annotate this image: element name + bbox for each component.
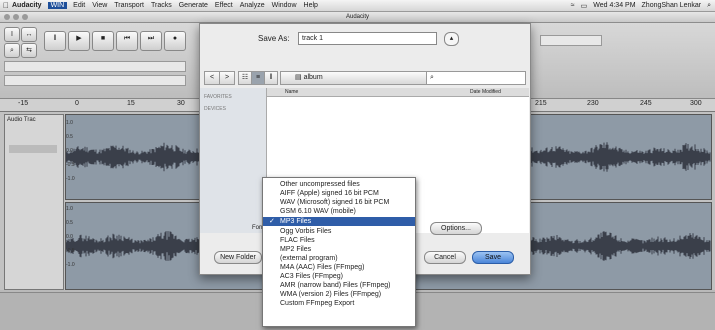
- format-option[interactable]: GSM 6.10 WAV (mobile): [263, 207, 415, 216]
- device-selector[interactable]: [540, 35, 602, 46]
- minimize-window-icon[interactable]: [13, 14, 19, 20]
- format-option[interactable]: Other uncompressed files: [263, 180, 415, 189]
- close-window-icon[interactable]: [4, 14, 10, 20]
- menu-view[interactable]: View: [92, 2, 107, 9]
- sidebar-devices-header: DEVICES: [204, 106, 226, 112]
- ruler-tick: 300: [690, 100, 702, 107]
- forward-button[interactable]: >: [219, 71, 235, 85]
- scale-label: -0.5: [66, 162, 75, 168]
- menu-analyze[interactable]: Analyze: [240, 2, 265, 9]
- format-option[interactable]: FLAC Files: [263, 236, 415, 245]
- new-folder-button[interactable]: New Folder: [214, 251, 262, 264]
- play-button[interactable]: ▶: [68, 31, 90, 51]
- date-modified-column-header[interactable]: Date Modified: [470, 88, 501, 96]
- playback-meter[interactable]: [4, 75, 186, 86]
- icon-view-button[interactable]: ☷: [238, 71, 252, 85]
- pause-button[interactable]: ‖: [44, 31, 66, 51]
- user-name[interactable]: ZhongShan Lenkar: [642, 2, 702, 10]
- scale-label: 0.0: [66, 148, 73, 154]
- menu-window[interactable]: Window: [272, 2, 297, 9]
- location-popup[interactable]: ▤ album: [280, 71, 436, 85]
- ruler-tick: 215: [535, 100, 547, 107]
- menu-help[interactable]: Help: [304, 2, 318, 9]
- selection-tool-icon[interactable]: I: [4, 27, 20, 42]
- gain-slider[interactable]: [9, 145, 57, 153]
- scale-label: 0.5: [66, 134, 73, 140]
- menu-edit[interactable]: Edit: [73, 2, 85, 9]
- name-column-header[interactable]: Name: [285, 88, 298, 96]
- folder-icon: ▤: [295, 74, 302, 81]
- menu-effect[interactable]: Effect: [215, 2, 233, 9]
- ruler-tick: 30: [177, 100, 185, 107]
- options-button[interactable]: Options...: [430, 222, 482, 235]
- format-dropdown[interactable]: Other uncompressed files AIFF (Apple) si…: [262, 177, 416, 327]
- format-option[interactable]: AC3 Files (FFmpeg): [263, 272, 415, 281]
- format-option[interactable]: Custom FFmpeg Export: [263, 299, 415, 308]
- format-option[interactable]: MP2 Files: [263, 245, 415, 254]
- track-name[interactable]: Audio Trac: [5, 115, 63, 125]
- format-option[interactable]: WAV (Microsoft) signed 16 bit PCM: [263, 198, 415, 207]
- sidebar-favorites-header: FAVORITES: [204, 94, 232, 100]
- scale-label: -1.0: [66, 176, 75, 182]
- ruler-tick: 0: [75, 100, 79, 107]
- format-option[interactable]: AMR (narrow band) Files (FFmpeg): [263, 281, 415, 290]
- wifi-icon[interactable]: ≈: [571, 2, 575, 10]
- menu-tracks[interactable]: Tracks: [151, 2, 172, 9]
- stop-button[interactable]: ■: [92, 31, 114, 51]
- scale-label: 0.5: [66, 220, 73, 226]
- format-option[interactable]: Ogg Vorbis Files: [263, 227, 415, 236]
- scale-label: 1.0: [66, 120, 73, 126]
- scale-label: -1.0: [66, 262, 75, 268]
- ruler-tick: 15: [127, 100, 135, 107]
- column-header: Name Date Modified: [267, 88, 529, 97]
- menu-bar:  Audacity WIN Edit View Transport Track…: [0, 0, 715, 12]
- spotlight-search-icon[interactable]: ⌕: [707, 2, 711, 10]
- back-button[interactable]: <: [204, 71, 220, 85]
- format-option[interactable]: AIFF (Apple) signed 16 bit PCM: [263, 189, 415, 198]
- ruler-tick: 230: [587, 100, 599, 107]
- menu-generate[interactable]: Generate: [179, 2, 208, 9]
- format-option[interactable]: M4A (AAC) Files (FFmpeg): [263, 263, 415, 272]
- scale-label: -0.5: [66, 248, 75, 254]
- window-title-bar: Audacity: [0, 12, 715, 23]
- clock-text[interactable]: Wed 4:34 PM: [593, 2, 635, 10]
- battery-icon[interactable]: ▭: [581, 2, 588, 10]
- ruler-tick: -15: [18, 100, 29, 107]
- record-button[interactable]: ●: [164, 31, 186, 51]
- format-option[interactable]: WMA (version 2) Files (FFmpeg): [263, 290, 415, 299]
- window-title: Audacity: [345, 14, 369, 20]
- location-name: album: [303, 74, 323, 81]
- scale-label: 1.0: [66, 206, 73, 212]
- track-control-panel[interactable]: Audio Trac: [4, 114, 64, 290]
- apple-icon[interactable]: : [0, 1, 12, 10]
- envelope-tool-icon[interactable]: ↔: [21, 27, 37, 42]
- cancel-button[interactable]: Cancel: [424, 251, 466, 264]
- list-view-button[interactable]: ≡: [251, 71, 265, 85]
- checkmark-icon: ✓: [269, 218, 275, 225]
- menu-transport[interactable]: Transport: [114, 2, 144, 9]
- column-view-button[interactable]: ‖: [264, 71, 278, 85]
- navigation-row: < > ☷ ≡ ‖ ▤ album ⌕: [204, 71, 526, 85]
- save-as-input[interactable]: track 1: [298, 32, 437, 45]
- window-badge: WIN: [47, 2, 68, 9]
- recording-meter[interactable]: [4, 61, 186, 72]
- dialog-sidebar: FAVORITES DEVICES: [200, 88, 267, 233]
- search-field[interactable]: ⌕: [426, 71, 526, 85]
- skip-start-button[interactable]: ⏮: [116, 31, 138, 51]
- format-option[interactable]: (external program): [263, 254, 415, 263]
- skip-end-button[interactable]: ⏭: [140, 31, 162, 51]
- search-icon: ⌕: [430, 74, 434, 81]
- zoom-window-icon[interactable]: [22, 14, 28, 20]
- ruler-tick: 245: [640, 100, 652, 107]
- save-button[interactable]: Save: [472, 251, 514, 264]
- save-as-label: Save As:: [258, 34, 290, 43]
- zoom-tool-icon[interactable]: ⌕: [4, 43, 20, 58]
- format-option-label: MP3 Files: [280, 218, 312, 225]
- format-option-selected[interactable]: ✓ MP3 Files: [263, 217, 415, 226]
- timeshift-tool-icon[interactable]: ⇆: [21, 43, 37, 58]
- expand-dialog-button[interactable]: ▴: [444, 32, 459, 46]
- app-menu[interactable]: Audacity: [12, 2, 42, 9]
- scale-label: 0.0: [66, 234, 73, 240]
